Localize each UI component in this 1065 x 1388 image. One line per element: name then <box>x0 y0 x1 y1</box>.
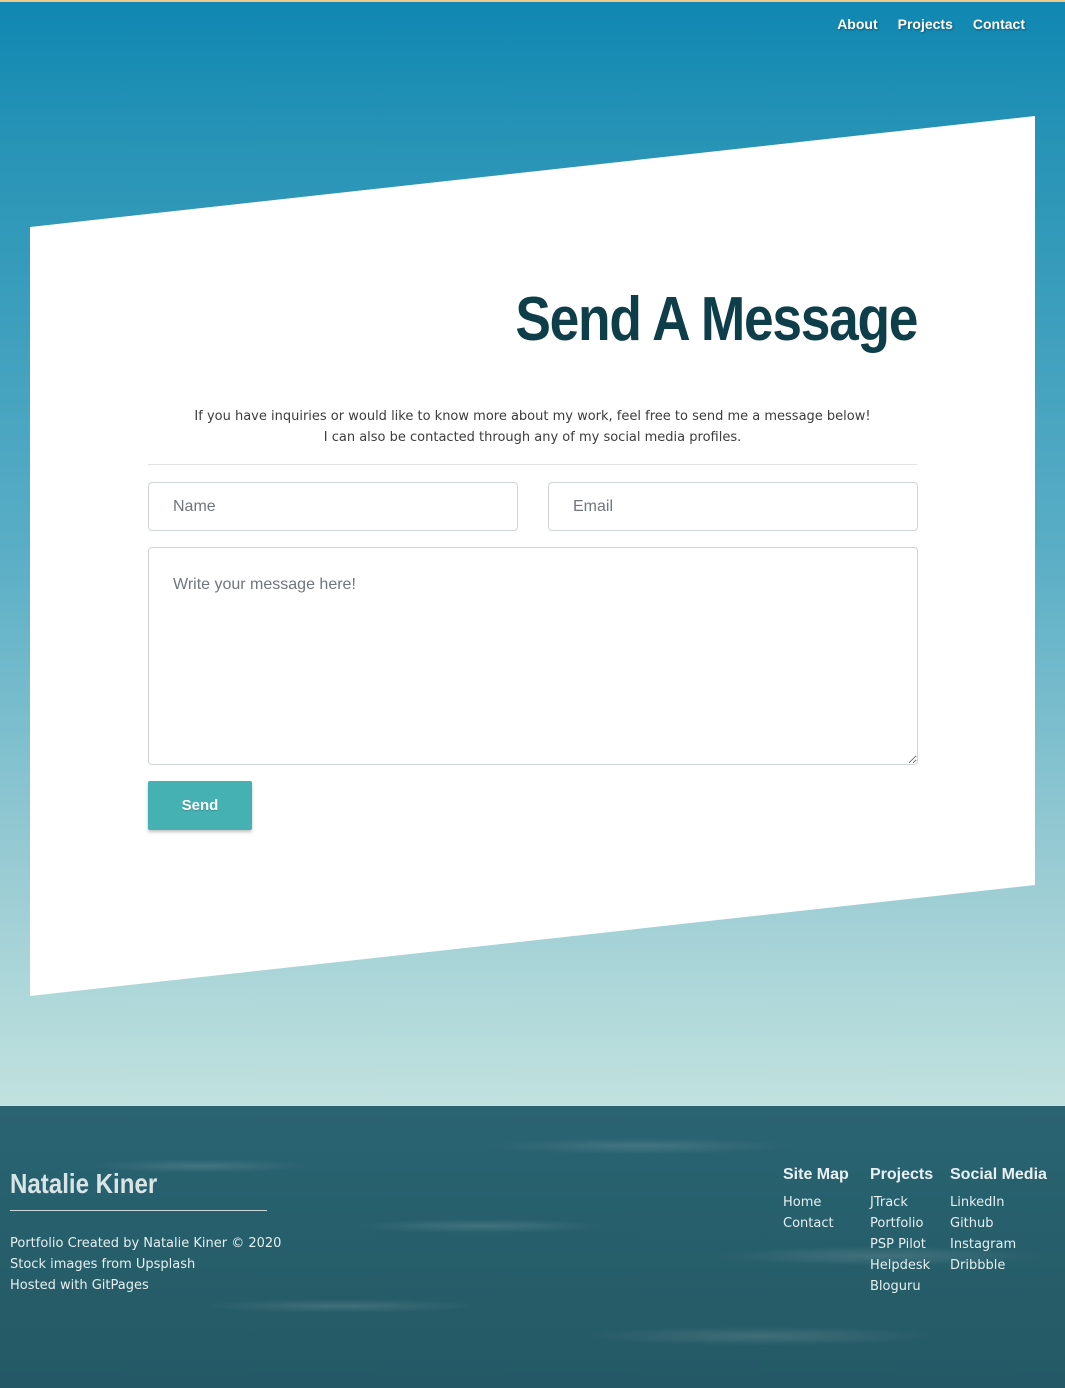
footer-column-site-map: Site Map Home Contact <box>783 1166 849 1234</box>
footer-column-projects: Projects JTrack Portfolio PSP Pilot Help… <box>870 1166 933 1297</box>
footer-link-bloguru[interactable]: Bloguru <box>870 1276 933 1297</box>
footer-column-heading: Projects <box>870 1166 934 1183</box>
top-nav: About Projects Contact <box>837 16 1025 32</box>
footer-link-jtrack[interactable]: JTrack <box>870 1192 933 1213</box>
footer-column-social-media: Social Media LinkedIn Github Instagram D… <box>950 1166 1047 1276</box>
footer-link-contact[interactable]: Contact <box>783 1213 849 1234</box>
contact-intro: If you have inquiries or would like to k… <box>148 406 917 448</box>
footer-column-heading: Social Media <box>950 1166 1047 1183</box>
footer-link-dribbble[interactable]: Dribbble <box>950 1255 1047 1276</box>
nav-contact-link[interactable]: Contact <box>973 16 1025 32</box>
nav-about-link[interactable]: About <box>837 16 877 32</box>
footer-link-github[interactable]: Github <box>950 1213 1047 1234</box>
footer-link-linkedin[interactable]: LinkedIn <box>950 1192 1047 1213</box>
footer-column-heading: Site Map <box>783 1166 849 1183</box>
footer-brand: Natalie Kiner <box>10 1168 158 1199</box>
page-title: Send A Message <box>515 285 918 354</box>
divider <box>148 464 917 465</box>
hero-background: About Projects Contact Send A Message If… <box>0 0 1065 1106</box>
footer-link-instagram[interactable]: Instagram <box>950 1234 1047 1255</box>
name-input[interactable] <box>148 482 518 531</box>
email-input[interactable] <box>548 482 918 531</box>
message-textarea[interactable] <box>148 547 918 765</box>
credit-line: Stock images from Upsplash <box>10 1257 196 1272</box>
credit-line: Hosted with GitPages <box>10 1278 149 1293</box>
footer-link-helpdesk[interactable]: Helpdesk <box>870 1255 933 1276</box>
footer-link-portfolio[interactable]: Portfolio <box>870 1213 933 1234</box>
intro-line-2: I can also be contacted through any of m… <box>323 430 742 445</box>
footer-link-psp-pilot[interactable]: PSP Pilot <box>870 1234 933 1255</box>
footer-brand-divider <box>10 1210 267 1211</box>
footer-link-home[interactable]: Home <box>783 1192 849 1213</box>
footer-credits: Portfolio Created by Natalie Kiner © 202… <box>10 1233 281 1296</box>
credit-line: Portfolio Created by Natalie Kiner © 202… <box>10 1236 282 1251</box>
nav-projects-link[interactable]: Projects <box>898 16 953 32</box>
send-button[interactable]: Send <box>148 781 252 830</box>
intro-line-1: If you have inquiries or would like to k… <box>194 409 871 424</box>
footer: Natalie Kiner Portfolio Created by Natal… <box>0 1106 1065 1388</box>
